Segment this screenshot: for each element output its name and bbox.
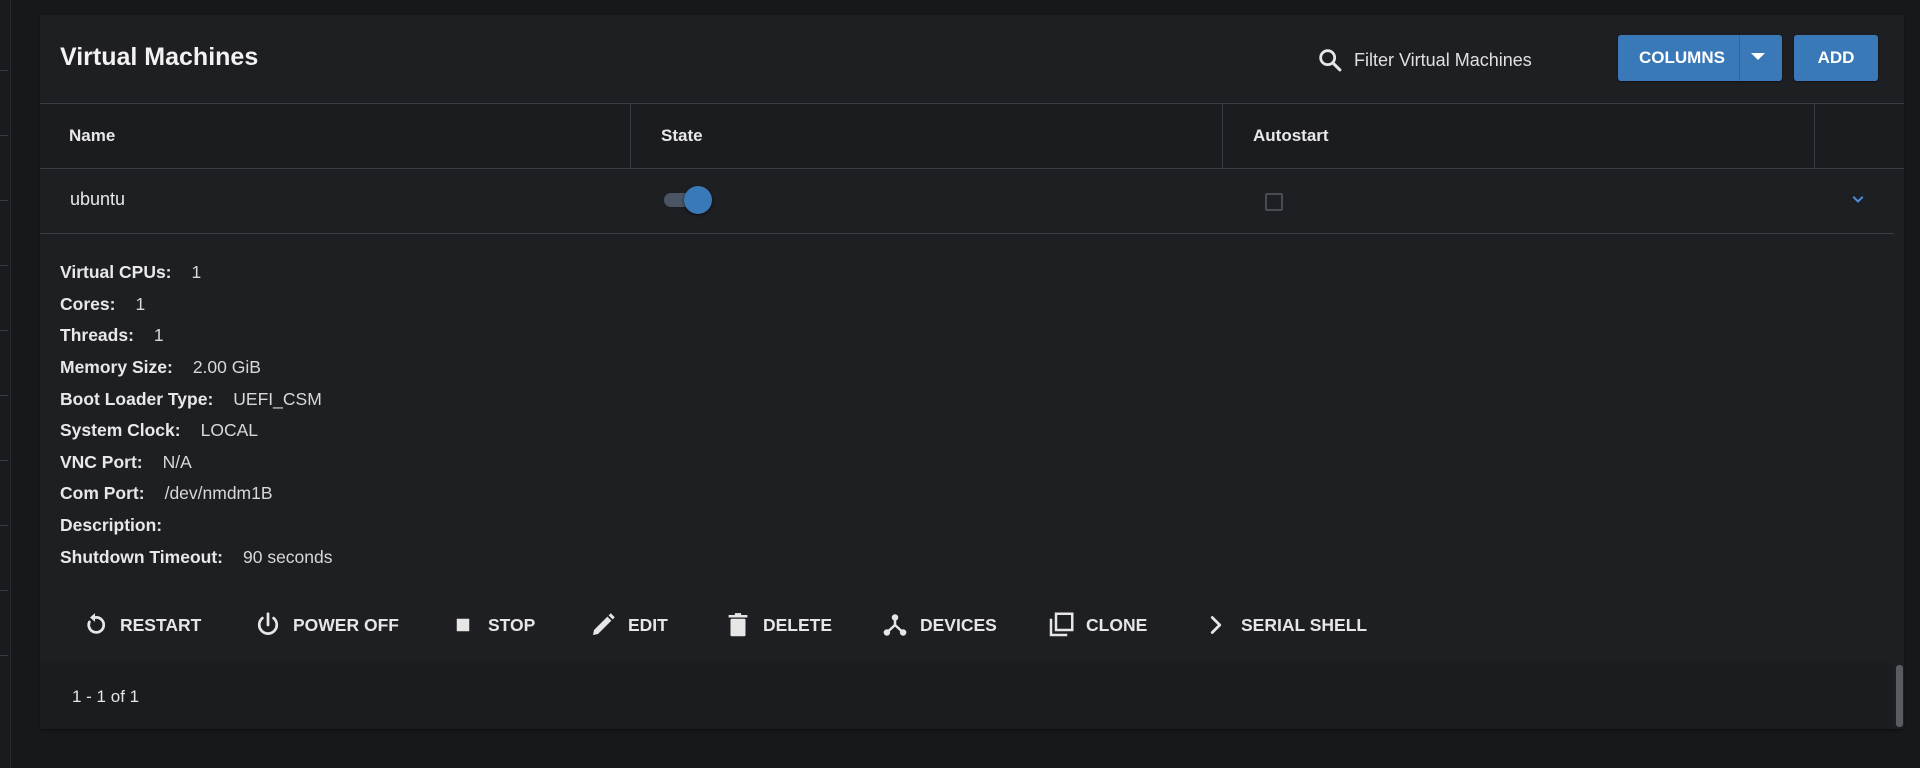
autostart-checkbox[interactable] xyxy=(1265,193,1283,211)
detail-label: Com Port: xyxy=(60,483,145,504)
trash-icon xyxy=(728,613,748,637)
rail-tick xyxy=(0,395,8,396)
column-divider[interactable] xyxy=(1814,104,1815,168)
delete-button[interactable]: DELETE xyxy=(723,605,880,645)
detail-system-clock: System Clock: LOCAL xyxy=(60,415,333,447)
detail-label: Description: xyxy=(60,515,163,536)
power-off-button[interactable]: POWER OFF xyxy=(253,605,448,645)
search-box[interactable] xyxy=(1316,45,1586,75)
detail-value: 1 xyxy=(153,325,164,346)
power-icon xyxy=(257,612,279,635)
rail-tick xyxy=(0,135,8,136)
rail-tick xyxy=(0,200,8,201)
chevron-right-icon xyxy=(1210,616,1222,634)
rail-tick xyxy=(0,330,8,331)
devices-icon xyxy=(883,614,907,636)
action-label: RESTART xyxy=(120,614,202,635)
table-row[interactable]: ubuntu xyxy=(40,169,1894,234)
button-separator xyxy=(1739,35,1740,81)
detail-label: VNC Port: xyxy=(60,451,143,472)
column-header-state[interactable]: State xyxy=(661,104,703,168)
detail-value: 2.00 GiB xyxy=(192,357,261,378)
scrollbar-thumb[interactable] xyxy=(1896,665,1903,727)
column-divider[interactable] xyxy=(630,104,631,168)
detail-value: 90 seconds xyxy=(243,546,333,567)
devices-button[interactable]: DEVICES xyxy=(880,605,1046,645)
pagination-range: 1 - 1 of 1 xyxy=(72,687,140,706)
action-label: DEVICES xyxy=(920,614,997,635)
detail-boot-loader-type: Boot Loader Type: UEFI_CSM xyxy=(60,383,333,415)
caret-down-icon[interactable] xyxy=(1751,53,1765,60)
detail-memory-size: Memory Size: 2.00 GiB xyxy=(60,352,333,384)
rail-tick xyxy=(0,655,8,656)
detail-virtual-cpus: Virtual CPUs: 1 xyxy=(60,257,333,289)
detail-vnc-port: VNC Port: N/A xyxy=(60,447,333,479)
action-label: CLONE xyxy=(1086,614,1148,635)
action-label: POWER OFF xyxy=(293,614,399,635)
card-header: Virtual Machines COLUMNS ADD xyxy=(40,15,1904,104)
search-icon xyxy=(1319,49,1342,72)
column-header-autostart[interactable]: Autostart xyxy=(1253,104,1329,168)
edit-button[interactable]: EDIT xyxy=(588,605,723,645)
scrollbar[interactable] xyxy=(1894,165,1904,729)
action-label: STOP xyxy=(488,614,536,635)
clone-icon xyxy=(1049,612,1074,637)
pencil-icon xyxy=(593,613,615,635)
detail-value: 1 xyxy=(191,262,202,283)
columns-button-label: COLUMNS xyxy=(1639,48,1725,67)
detail-label: Cores: xyxy=(60,293,116,314)
rail-tick xyxy=(0,590,8,591)
clone-button[interactable]: CLONE xyxy=(1046,605,1201,645)
column-divider[interactable] xyxy=(1222,104,1223,168)
stop-icon xyxy=(456,618,470,632)
rail-tick xyxy=(0,525,8,526)
vm-details: Virtual CPUs: 1 Cores: 1 Threads: 1 Memo… xyxy=(60,257,333,573)
action-label: EDIT xyxy=(628,614,668,635)
table-header: Name State Autostart xyxy=(40,104,1904,169)
detail-label: System Clock: xyxy=(60,420,181,441)
detail-value: 1 xyxy=(135,293,146,314)
rail-tick xyxy=(0,265,8,266)
restart-button[interactable]: RESTART xyxy=(80,605,253,645)
detail-label: Boot Loader Type: xyxy=(60,388,214,409)
columns-button[interactable]: COLUMNS xyxy=(1618,35,1782,81)
detail-value: UEFI_CSM xyxy=(233,388,322,409)
table-footer: 1 - 1 of 1 xyxy=(40,663,1894,729)
left-rail xyxy=(0,0,11,768)
detail-value: N/A xyxy=(162,451,192,472)
detail-shutdown-timeout: Shutdown Timeout: 90 seconds xyxy=(60,541,333,573)
vm-actions: RESTART POWER OFF STOP EDIT DELETE DEVIC… xyxy=(80,597,1367,653)
detail-label: Shutdown Timeout: xyxy=(60,546,223,567)
detail-threads: Threads: 1 xyxy=(60,320,333,352)
add-button-label: ADD xyxy=(1817,48,1855,67)
add-button[interactable]: ADD xyxy=(1794,35,1878,81)
state-toggle[interactable] xyxy=(662,186,712,214)
serial-shell-button[interactable]: SERIAL SHELL xyxy=(1201,605,1367,645)
detail-label: Memory Size: xyxy=(60,357,173,378)
detail-cores: Cores: 1 xyxy=(60,289,333,321)
vm-name: ubuntu xyxy=(70,189,126,209)
rail-tick xyxy=(0,460,8,461)
action-label: DELETE xyxy=(763,614,833,635)
detail-label: Threads: xyxy=(60,325,134,346)
detail-com-port: Com Port: /dev/nmdm1B xyxy=(60,478,333,510)
page-title: Virtual Machines xyxy=(60,43,259,71)
column-header-name[interactable]: Name xyxy=(69,104,115,168)
rail-tick xyxy=(0,70,8,71)
chevron-down-icon[interactable] xyxy=(1848,189,1868,209)
vm-card: Virtual Machines COLUMNS ADD Name State … xyxy=(40,15,1904,729)
detail-label: Virtual CPUs: xyxy=(60,262,172,283)
search-input[interactable] xyxy=(1352,48,1586,72)
stop-button[interactable]: STOP xyxy=(448,605,588,645)
toggle-thumb xyxy=(684,186,712,214)
action-label: SERIAL SHELL xyxy=(1241,614,1368,635)
detail-description: Description: xyxy=(60,510,333,542)
detail-value: /dev/nmdm1B xyxy=(164,483,273,504)
restart-icon xyxy=(87,613,106,634)
detail-value: LOCAL xyxy=(200,420,258,441)
